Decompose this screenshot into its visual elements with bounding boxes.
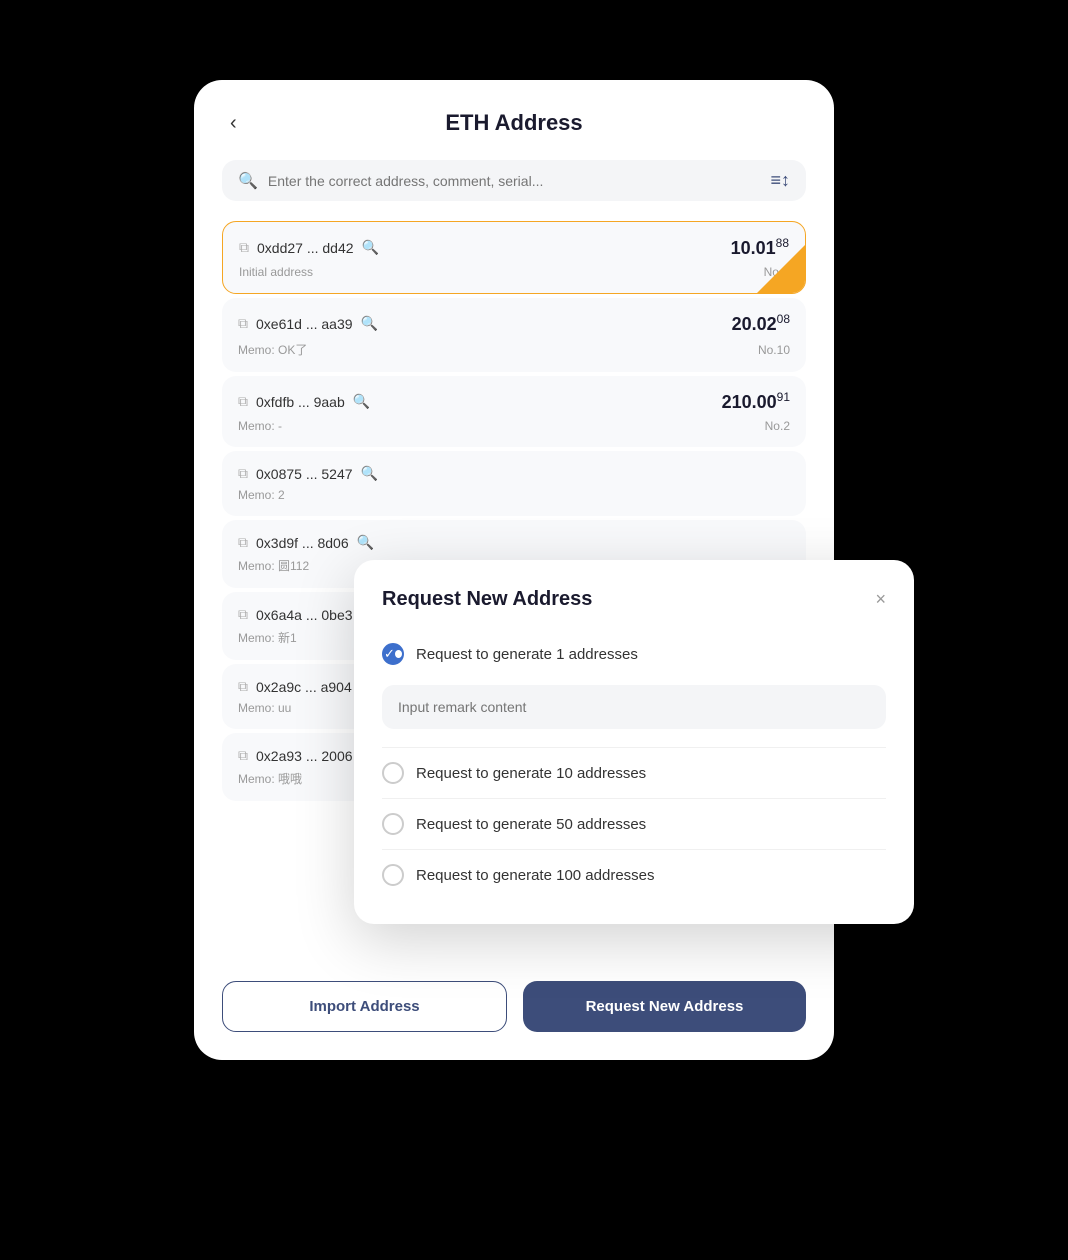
address-text-3: 0xfdfb ... 9aab: [256, 394, 345, 410]
no-badge-3: No.2: [765, 419, 790, 433]
footer-buttons: Import Address Request New Address: [222, 981, 806, 1032]
copy-icon-4[interactable]: ⧉: [238, 465, 248, 482]
address-card-4[interactable]: ⧉ 0x0875 ... 5247 🔍 Memo: 2: [222, 451, 806, 516]
address-text-7: 0x2a9c ... a904: [256, 679, 352, 695]
modal-title: Request New Address: [382, 588, 592, 611]
address-card-2[interactable]: ⧉ 0xe61d ... aa39 🔍 20.0208 Memo: OK了 No…: [222, 298, 806, 372]
radio-label-50: Request to generate 50 addresses: [416, 816, 646, 833]
request-new-address-modal: Request New Address × ✓ Request to gener…: [354, 560, 914, 924]
memo-6: Memo: 新1: [238, 629, 297, 646]
search-addr-icon-2[interactable]: 🔍: [361, 315, 378, 332]
radio-option-100[interactable]: Request to generate 100 addresses: [382, 854, 886, 896]
radio-label-1: Request to generate 1 addresses: [416, 646, 638, 663]
copy-icon-5[interactable]: ⧉: [238, 534, 248, 551]
page-title: ETH Address: [445, 110, 582, 136]
radio-option-10[interactable]: Request to generate 10 addresses: [382, 752, 886, 794]
copy-icon-6[interactable]: ⧉: [238, 606, 248, 623]
copy-icon-2[interactable]: ⧉: [238, 315, 248, 332]
amount-2: 20.0208: [732, 312, 790, 335]
search-icon: 🔍: [238, 171, 258, 191]
address-card-1[interactable]: ⧉ 0xdd27 ... dd42 🔍 10.0188 Initial addr…: [222, 221, 806, 294]
copy-icon-7[interactable]: ⧉: [238, 678, 248, 695]
import-address-button[interactable]: Import Address: [222, 981, 507, 1032]
address-text-1: 0xdd27 ... dd42: [257, 240, 354, 256]
request-new-address-button[interactable]: Request New Address: [523, 981, 806, 1032]
radio-icon-50: [382, 813, 404, 835]
back-button[interactable]: ‹: [222, 108, 245, 139]
memo-7: Memo: uu: [238, 701, 291, 715]
filter-icon[interactable]: ≡↕: [770, 170, 790, 191]
radio-icon-10: [382, 762, 404, 784]
radio-label-100: Request to generate 100 addresses: [416, 867, 655, 884]
copy-icon-1[interactable]: ⧉: [239, 239, 249, 256]
address-text-6: 0x6a4a ... 0be3: [256, 607, 353, 623]
header: ‹ ETH Address: [222, 110, 806, 136]
search-bar: 🔍 ≡↕: [222, 160, 806, 201]
memo-2: Memo: OK了: [238, 341, 307, 358]
corner-triangle-1: [757, 245, 805, 293]
app-container: ‹ ETH Address 🔍 ≡↕ ⧉ 0xdd27 ... dd42 🔍 1…: [194, 80, 874, 1180]
amount-3: 210.0091: [722, 390, 790, 413]
radio-icon-100: [382, 864, 404, 886]
copy-icon-8[interactable]: ⧉: [238, 747, 248, 764]
divider-1: [382, 747, 886, 748]
radio-option-1[interactable]: ✓ Request to generate 1 addresses: [382, 633, 886, 675]
memo-5: Memo: 圆112: [238, 557, 309, 574]
address-text-4: 0x0875 ... 5247: [256, 466, 353, 482]
copy-icon-3[interactable]: ⧉: [238, 393, 248, 410]
memo-8: Memo: 哦哦: [238, 770, 302, 787]
search-input[interactable]: [268, 173, 761, 189]
address-text-2: 0xe61d ... aa39: [256, 316, 353, 332]
remark-input[interactable]: [382, 685, 886, 729]
modal-header: Request New Address ×: [382, 588, 886, 611]
memo-1: Initial address: [239, 265, 313, 279]
address-card-3[interactable]: ⧉ 0xfdfb ... 9aab 🔍 210.0091 Memo: - No.…: [222, 376, 806, 447]
modal-close-button[interactable]: ×: [875, 589, 886, 610]
radio-option-50[interactable]: Request to generate 50 addresses: [382, 803, 886, 845]
radio-checked-icon-1: ✓: [382, 643, 404, 665]
address-text-5: 0x3d9f ... 8d06: [256, 535, 349, 551]
no-badge-2: No.10: [758, 343, 790, 357]
search-addr-icon-5[interactable]: 🔍: [357, 534, 374, 551]
memo-3: Memo: -: [238, 419, 282, 433]
address-text-8: 0x2a93 ... 2006: [256, 748, 353, 764]
search-addr-icon-4[interactable]: 🔍: [361, 465, 378, 482]
divider-2: [382, 798, 886, 799]
search-addr-icon-3[interactable]: 🔍: [353, 393, 370, 410]
divider-3: [382, 849, 886, 850]
memo-4: Memo: 2: [238, 488, 285, 502]
radio-label-10: Request to generate 10 addresses: [416, 765, 646, 782]
search-addr-icon-1[interactable]: 🔍: [362, 239, 379, 256]
